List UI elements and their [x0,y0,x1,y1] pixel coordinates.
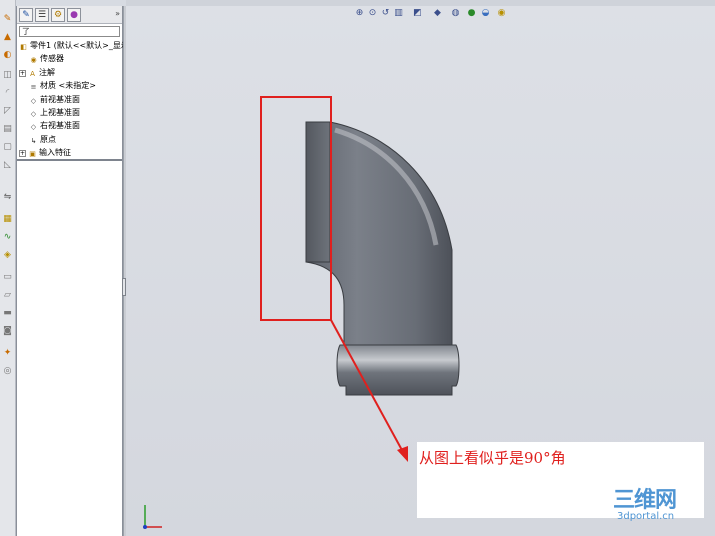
sensor-icon: ◉ [30,56,37,65]
edit-appearance-icon[interactable]: ● [466,7,477,19]
weldment-icon[interactable]: ▬ [2,308,13,319]
plane-icon: ◇ [30,123,37,132]
view-orientation-icon[interactable]: ◩ [412,7,423,19]
tree-item[interactable]: ◉ 传感器 [29,53,64,65]
tree-item[interactable]: ≡ 材质 <未指定> [29,80,96,92]
watermark-logo: 三维网 [613,488,677,513]
tree-item-label: 右视基准面 [40,121,80,131]
tree-item[interactable]: + ▣ 输入特征 [19,147,71,159]
tree-item-label: 材质 <未指定> [40,81,96,91]
annotations-icon: A [30,69,35,78]
configuration-manager-icon[interactable]: ⚙ [51,8,65,22]
section-view-icon[interactable]: ▥ [393,7,404,19]
feature-manager-tabs: ✎ ☰ ⚙ ● » [17,6,122,24]
tree-item-label: 输入特征 [39,148,71,158]
tree-item[interactable]: ◇ 右视基准面 [29,120,80,132]
sheet-metal-icon[interactable]: ▱ [2,290,13,301]
sketch-icon[interactable]: ✎ [2,14,13,25]
tree-item-label: 传感器 [40,54,64,64]
revolve-icon[interactable]: ◐ [2,50,13,61]
triad-z-axis [143,525,147,529]
rib-icon[interactable]: ▤ [2,124,13,135]
callout-arrowhead [397,446,408,462]
tree-item-label: 前视基准面 [40,94,80,104]
shell-icon[interactable]: ▢ [2,142,13,153]
hide-show-icon[interactable]: ◍ [450,7,461,19]
watermark-site: 3dportal.cn [617,511,675,522]
mold-tools-icon[interactable]: ◙ [2,326,13,337]
tree-item-label: 原点 [40,134,56,144]
pattern-icon[interactable]: ▦ [2,214,13,225]
view-settings-icon[interactable]: ◉ [496,7,507,19]
previous-view-icon[interactable]: ↺ [380,7,391,19]
imported-feature-icon: ▣ [29,150,36,159]
expand-toggle[interactable]: + [19,150,26,158]
reference-geometry-icon[interactable]: ◈ [2,250,13,261]
mirror-icon[interactable]: ⇋ [2,192,13,203]
collapse-panel-icon[interactable]: » [115,9,120,18]
cut-icon[interactable]: ◫ [2,70,13,81]
property-manager-icon[interactable]: ☰ [35,8,49,22]
surface-icon[interactable]: ▭ [2,272,13,283]
chamfer-icon[interactable]: ◸ [2,106,13,117]
feature-filter-input[interactable]: 了 [19,26,120,37]
plane-icon: ◇ [30,110,37,118]
feature-manager-panel: ✎ ☰ ⚙ ● » 了 ◧ 零件1 (默认<<默认>_显示状态 ◉ 传感器 + A 注解 ≡ 材… [16,6,145,536]
material-icon: ≡ [30,83,37,92]
appearance-icon[interactable]: ● [67,8,81,22]
tree-item[interactable]: ↳ 原点 [29,134,56,146]
extrude-icon[interactable]: ▲ [2,32,13,43]
part-icon: ◧ [20,43,27,51]
graphics-top-edge [126,0,715,6]
annotation-text: 从图上看似乎是90°角 [419,449,566,467]
plane-icon: ◇ [30,96,37,105]
display-style-icon[interactable]: ◆ [432,7,443,19]
origin-icon: ↳ [30,136,37,145]
tree-item-label: 注解 [39,67,55,77]
curves-icon[interactable]: ∿ [2,232,13,243]
apply-scene-icon[interactable]: ◒ [480,7,491,19]
feature-manager-lower-pane [17,161,122,536]
feature-manager-icon[interactable]: ✎ [19,8,33,22]
command-strip: ✎ ▲ ◐ ◫ ◜ ◸ ▤ ▢ ◺ ⇋ ▦ ∿ ◈ ▭ ▱ ▬ ◙ ✦ ◎ [0,0,16,536]
tree-item[interactable]: + A 注解 [19,67,55,79]
expand-toggle[interactable]: + [19,69,26,77]
tree-item[interactable]: ◇ 上视基准面 [29,107,80,119]
socket-cuff [336,344,460,396]
evaluate-icon[interactable]: ◎ [2,366,13,377]
draft-icon[interactable]: ◺ [2,160,13,171]
heads-up-view-toolbar: ⊕ ⊙ ↺ ▥ ◩ ◆ ◍ ● ◒ ◉ [354,7,514,21]
tree-item[interactable]: ◇ 前视基准面 [29,94,80,106]
dimxpert-icon[interactable]: ✦ [2,348,13,359]
zoom-area-icon[interactable]: ⊙ [367,7,378,19]
elbow-end-face [305,121,331,263]
fillet-icon[interactable]: ◜ [2,88,13,99]
tree-item-label: 上视基准面 [40,108,80,117]
zoom-to-fit-icon[interactable]: ⊕ [354,7,365,19]
